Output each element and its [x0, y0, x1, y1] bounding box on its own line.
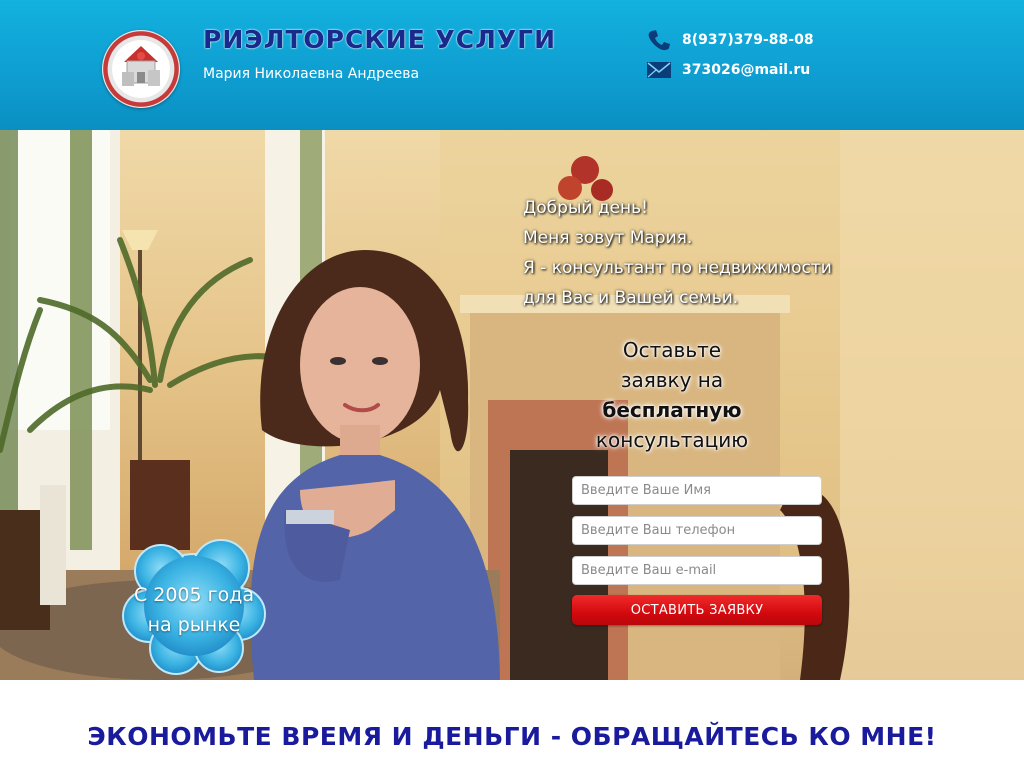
submit-request-button[interactable]: ОСТАВИТЬ ЗАЯВКУ — [572, 595, 822, 625]
badge-line: С 2005 года — [133, 584, 255, 606]
email-address[interactable]: 373026@mail.ru — [682, 62, 810, 78]
greeting-text: Добрый день! Меня зовут Мария. Я - консу… — [523, 193, 832, 313]
email-input[interactable] — [572, 556, 822, 585]
cta-line: консультацию — [595, 428, 749, 452]
phone-contact[interactable]: 8(937)379-88-08 — [646, 28, 814, 52]
greeting-line: Меня зовут Мария. — [523, 228, 693, 248]
cta-line: заявку на — [620, 368, 724, 392]
email-contact[interactable]: 373026@mail.ru — [646, 58, 810, 82]
house-logo-icon[interactable] — [102, 30, 180, 108]
greeting-line: Добрый день! — [523, 198, 648, 218]
cta-line: Оставьте — [622, 338, 722, 362]
name-input[interactable] — [572, 476, 822, 505]
greeting-line: Я - консультант по недвижимости — [523, 258, 832, 278]
envelope-icon — [647, 62, 671, 78]
phone-number[interactable]: 8(937)379-88-08 — [682, 32, 814, 48]
realtor-name: Мария Николаевна Андреева — [203, 66, 420, 82]
site-header: РИЭЛТОРСКИЕ УСЛУГИ Мария Николаевна Андр… — [0, 0, 1024, 130]
cta-bold-word: бесплатную — [602, 398, 742, 422]
hero-section: Добрый день! Меня зовут Мария. Я - консу… — [0, 130, 1024, 680]
badge-line: на рынке — [147, 614, 241, 636]
tagline-heading: ЭКОНОМЬТЕ ВРЕМЯ И ДЕНЬГИ - ОБРАЩАЙТЕСЬ К… — [87, 722, 937, 751]
badge-text: С 2005 года на рынке — [121, 580, 267, 640]
consultation-heading: Оставьте заявку на бесплатную консультац… — [560, 335, 784, 455]
phone-icon — [648, 30, 670, 51]
greeting-line: для Вас и Вашей семьи. — [523, 288, 739, 308]
since-2005-badge: С 2005 года на рынке — [121, 536, 267, 676]
phone-input[interactable] — [572, 516, 822, 545]
site-title: РИЭЛТОРСКИЕ УСЛУГИ — [203, 25, 556, 54]
